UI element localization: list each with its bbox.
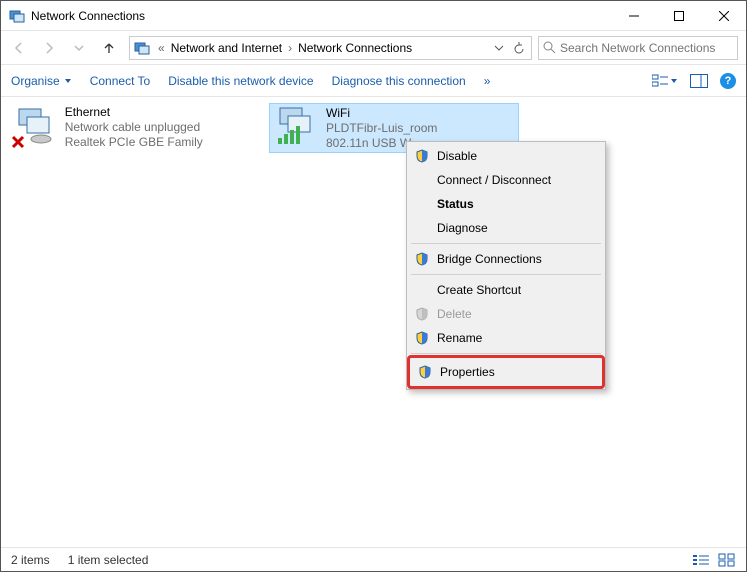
recent-locations-button[interactable]: [65, 34, 93, 62]
menu-label: Bridge Connections: [437, 252, 542, 266]
ethernet-icon: [11, 105, 59, 151]
menu-label: Status: [437, 197, 474, 211]
shield-icon: [413, 331, 431, 345]
details-view-button[interactable]: [692, 553, 710, 567]
address-bar[interactable]: « Network and Internet › Network Connect…: [129, 36, 532, 60]
history-dropdown-button[interactable]: [489, 43, 509, 53]
help-icon[interactable]: ?: [720, 73, 736, 89]
back-button[interactable]: [5, 34, 33, 62]
menu-label: Properties: [440, 365, 495, 379]
menu-item-connect-disconnect[interactable]: Connect / Disconnect: [409, 168, 603, 192]
preview-pane-button[interactable]: [690, 74, 708, 88]
connection-name: Ethernet: [65, 105, 257, 120]
menu-item-diagnose[interactable]: Diagnose: [409, 216, 603, 240]
shield-icon: [413, 307, 431, 321]
network-connections-icon: [134, 40, 150, 56]
connect-to-button[interactable]: Connect To: [90, 74, 151, 88]
breadcrumb-segment[interactable]: Network and Internet: [169, 41, 284, 55]
highlight-box: Properties: [407, 355, 605, 389]
network-connections-icon: [9, 8, 25, 24]
menu-label: Diagnose: [437, 221, 488, 235]
connection-adapter: Realtek PCIe GBE Family Controller: [65, 135, 257, 151]
wifi-icon: [272, 106, 320, 150]
up-button[interactable]: [95, 34, 123, 62]
forward-button[interactable]: [35, 34, 63, 62]
shield-icon: [416, 365, 434, 379]
diagnose-button[interactable]: Diagnose this connection: [332, 74, 466, 88]
breadcrumb-segment[interactable]: Network Connections: [296, 41, 414, 55]
menu-label: Rename: [437, 331, 482, 345]
menu-label: Create Shortcut: [437, 283, 521, 297]
maximize-button[interactable]: [656, 1, 701, 31]
connection-status: PLDTFibr-Luis_room: [326, 121, 437, 136]
menu-item-delete: Delete: [409, 302, 603, 326]
titlebar: Network Connections: [1, 1, 746, 31]
disable-device-button[interactable]: Disable this network device: [168, 74, 313, 88]
menu-item-disable[interactable]: Disable: [409, 144, 603, 168]
menu-item-status[interactable]: Status: [409, 192, 603, 216]
status-selection: 1 item selected: [68, 553, 149, 567]
status-count: 2 items: [11, 553, 50, 567]
menu-separator: [411, 274, 601, 275]
search-icon: [543, 41, 556, 54]
window-controls: [611, 1, 746, 31]
menu-item-properties[interactable]: Properties: [412, 360, 600, 384]
organise-menu[interactable]: Organise: [11, 74, 72, 88]
minimize-button[interactable]: [611, 1, 656, 31]
content-area[interactable]: Ethernet Network cable unplugged Realtek…: [1, 97, 746, 547]
menu-label: Connect / Disconnect: [437, 173, 551, 187]
menu-item-create-shortcut[interactable]: Create Shortcut: [409, 278, 603, 302]
close-button[interactable]: [701, 1, 746, 31]
refresh-button[interactable]: [509, 42, 529, 54]
toolbar: Organise Connect To Disable this network…: [1, 65, 746, 97]
connection-item-ethernet[interactable]: Ethernet Network cable unplugged Realtek…: [9, 103, 259, 153]
window-title: Network Connections: [31, 9, 611, 23]
large-icon-view-button[interactable]: [718, 553, 736, 567]
connection-status: Network cable unplugged: [65, 120, 257, 135]
view-options-button[interactable]: [652, 74, 678, 88]
toolbar-overflow-button[interactable]: »: [484, 74, 491, 88]
menu-separator: [411, 353, 601, 354]
search-box[interactable]: [538, 36, 738, 60]
shield-icon: [413, 252, 431, 266]
shield-icon: [413, 149, 431, 163]
window: Network Connections « Network and Intern…: [0, 0, 747, 572]
chevron-right-icon[interactable]: «: [154, 41, 169, 55]
menu-label: Disable: [437, 149, 477, 163]
status-bar: 2 items 1 item selected: [1, 547, 746, 571]
context-menu: Disable Connect / Disconnect Status Diag…: [406, 141, 606, 390]
nav-row: « Network and Internet › Network Connect…: [1, 31, 746, 65]
menu-label: Delete: [437, 307, 472, 321]
menu-separator: [411, 243, 601, 244]
chevron-right-icon[interactable]: ›: [284, 41, 296, 55]
search-input[interactable]: [560, 41, 733, 55]
connection-name: WiFi: [326, 106, 437, 121]
organise-label: Organise: [11, 74, 60, 88]
menu-item-rename[interactable]: Rename: [409, 326, 603, 350]
menu-item-bridge-connections[interactable]: Bridge Connections: [409, 247, 603, 271]
